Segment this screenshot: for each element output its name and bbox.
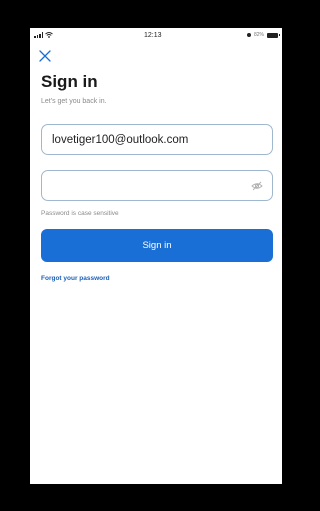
- email-value: lovetiger100@outlook.com: [52, 134, 189, 146]
- status-right: 82%: [246, 32, 280, 38]
- sign-in-button[interactable]: Sign in: [41, 229, 273, 262]
- email-field[interactable]: lovetiger100@outlook.com: [41, 124, 273, 155]
- password-hint: Password is case sensitive: [41, 210, 119, 217]
- lock-icon: [246, 33, 251, 37]
- battery-icon: [267, 32, 280, 38]
- eye-hidden-icon[interactable]: [251, 181, 263, 191]
- status-time: 12:13: [144, 32, 162, 39]
- battery-percent: 82%: [253, 32, 264, 38]
- wifi-icon: [45, 32, 53, 38]
- password-field[interactable]: [41, 170, 273, 201]
- app-screen: 12:13 82% Sign in Let's get you back in.…: [30, 28, 282, 484]
- forgot-password-link[interactable]: Forgot your password: [41, 275, 110, 282]
- phone-frame: 12:13 82% Sign in Let's get you back in.…: [0, 0, 307, 511]
- page-subtitle: Let's get you back in.: [41, 98, 107, 105]
- signal-icon: [34, 32, 43, 38]
- close-icon[interactable]: [39, 50, 51, 62]
- status-bar: 12:13 82%: [30, 28, 282, 44]
- page-title: Sign in: [41, 72, 98, 91]
- status-left: [34, 32, 53, 38]
